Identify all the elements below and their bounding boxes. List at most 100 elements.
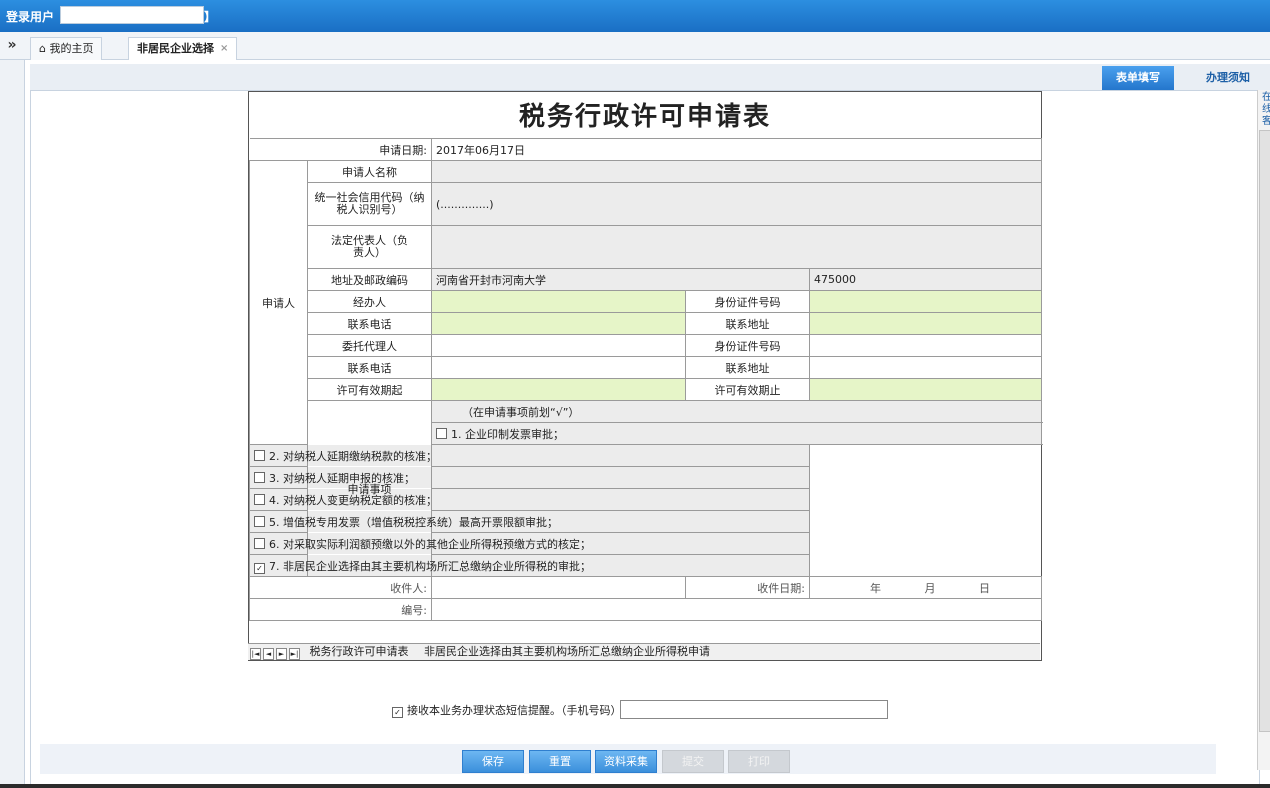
sms-reminder[interactable]: ✓ 接收本业务办理状态短信提醒。（手机号码） (392, 702, 622, 718)
next-sheet-icon[interactable]: ► (276, 648, 287, 660)
valid-from-label: 许可有效期起 (307, 378, 432, 401)
data-collect-button[interactable]: 资料采集 (595, 750, 657, 773)
checkbox[interactable] (254, 449, 265, 461)
applicant-section-label: 申请人 (249, 160, 308, 445)
credit-code-label: 统一社会信用代码（纳税人识别号） (307, 182, 432, 226)
prev-sheet-icon[interactable]: ◄ (263, 648, 274, 660)
application-form-sheet: 税务行政许可申请表 申请日期: 2017年06月17日 申请人 申请人名称 统一… (248, 91, 1043, 661)
checkbox-checked[interactable]: ✓ (254, 562, 265, 574)
valid-to-input[interactable] (808, 378, 1043, 401)
postcode-value[interactable]: 475000 (808, 268, 1043, 291)
sheet-tab-nonresident[interactable]: 非居民企业选择由其主要机构场所汇总缴纳企业所得税申请 (418, 644, 716, 660)
month-label: 月 (924, 581, 936, 595)
agent-id-input[interactable] (808, 334, 1043, 357)
valid-from-input[interactable] (431, 378, 686, 401)
agent-id-label: 身份证件号码 (685, 334, 810, 357)
agent-phone-label: 联系电话 (307, 356, 432, 379)
handler-address-input[interactable] (808, 312, 1043, 335)
handler-label: 经办人 (307, 290, 432, 313)
matter-item[interactable]: 1. 企业印制发票审批； (430, 422, 1043, 445)
matter-item-label: 2. 对纳税人延期缴纳税款的核准； (269, 449, 437, 463)
print-button[interactable]: 打印 (728, 750, 790, 773)
handler-id-input[interactable] (808, 290, 1043, 313)
handler-id-label: 身份证件号码 (685, 290, 810, 313)
checkbox[interactable] (254, 537, 265, 549)
tab-home[interactable]: ⌂ 我的主页 (30, 37, 103, 60)
subtab-form-fill[interactable]: 表单填写 (1102, 66, 1174, 90)
name-value[interactable] (430, 160, 1043, 183)
submit-button[interactable]: 提交 (662, 750, 724, 773)
credit-code-value[interactable]: (..............) (430, 182, 1043, 226)
close-icon[interactable]: × (220, 43, 228, 54)
home-icon: ⌂ (39, 42, 46, 55)
tab-nonresident[interactable]: 非居民企业选择 × (128, 37, 238, 60)
reset-button[interactable]: 重置 (529, 750, 591, 773)
agent-phone-input[interactable] (431, 356, 686, 379)
matters-hint: （在申请事项前划“√”） (430, 400, 1043, 423)
subtab-instructions[interactable]: 办理须知 (1192, 66, 1264, 90)
handler-input[interactable] (431, 290, 686, 313)
matter-item-label: 3. 对纳税人延期申报的核准； (269, 471, 415, 485)
valid-to-label: 许可有效期止 (685, 378, 810, 401)
matter-item-label: 6. 对采取实际利润额预缴以外的其他企业所得税预缴方式的核定； (269, 537, 591, 551)
tab-nonresident-label: 非居民企业选择 (137, 42, 214, 55)
checkbox[interactable] (254, 515, 265, 527)
receive-date-label: 收件日期: (685, 576, 810, 599)
top-header: 登录用户【 】 (0, 0, 1270, 32)
login-user-value (60, 6, 204, 24)
matter-item-label: 5. 增值税专用发票（增值税税控系统）最高开票限额审批； (269, 515, 558, 529)
matter-item-label: 4. 对纳税人变更纳税定额的核准； (269, 493, 437, 507)
matter-item[interactable]: 4. 对纳税人变更纳税定额的核准； (249, 488, 810, 511)
last-sheet-icon[interactable]: ►| (289, 648, 300, 660)
bottom-edge (0, 784, 1270, 788)
checkbox[interactable] (436, 427, 447, 439)
tab-home-label: 我的主页 (49, 42, 94, 55)
matter-item[interactable]: 6. 对采取实际利润额预缴以外的其他企业所得税预缴方式的核定； (249, 532, 810, 555)
matter-item[interactable]: ✓ 7. 非居民企业选择由其主要机构场所汇总缴纳企业所得税的审批； (249, 554, 810, 577)
sms-label: 接收本业务办理状态短信提醒。（手机号码） (407, 704, 622, 717)
agent-address-label: 联系地址 (685, 356, 810, 379)
sms-checkbox[interactable]: ✓ (392, 707, 403, 718)
checkbox[interactable] (254, 493, 265, 505)
form-table: 申请日期: 2017年06月17日 申请人 申请人名称 统一社会信用代码（纳税人… (249, 138, 1043, 621)
form-title: 税务行政许可申请表 (518, 102, 771, 132)
address-value[interactable]: 河南省开封市河南大学 (431, 268, 810, 291)
year-label: 年 (870, 581, 881, 595)
login-user-label: 登录用户【 (6, 10, 67, 24)
address-label: 地址及邮政编码 (307, 268, 432, 291)
matter-item[interactable]: 2. 对纳税人延期缴纳税款的核准； (249, 444, 810, 467)
handler-phone-input[interactable] (431, 312, 686, 335)
number-label: 编号: (249, 598, 432, 621)
receiver-value[interactable] (431, 576, 686, 599)
handler-address-label: 联系地址 (685, 312, 810, 335)
collapse-sidebar-icon[interactable]: » (0, 32, 24, 59)
date-label: 申请日期: (249, 138, 432, 161)
name-label: 申请人名称 (307, 160, 432, 183)
legal-rep-value[interactable] (430, 225, 1043, 269)
scrollbar-thumb[interactable] (1259, 130, 1270, 732)
agent-label: 委托代理人 (307, 334, 432, 357)
receiver-label: 收件人: (249, 576, 432, 599)
number-value[interactable] (430, 598, 1043, 621)
subtab-strip (30, 64, 1270, 92)
save-button[interactable]: 保存 (462, 750, 524, 773)
phone-input[interactable] (620, 700, 888, 719)
matter-item-label: 1. 企业印制发票审批； (451, 427, 564, 441)
sheet-tab-bar: |◄ ◄ ► ►| 税务行政许可申请表 非居民企业选择由其主要机构场所汇总缴纳企业所得… (248, 643, 1040, 660)
date-value: 2017年06月17日 (430, 138, 1043, 161)
matter-item-label: 7. 非居民企业选择由其主要机构场所汇总缴纳企业所得税的审批； (269, 559, 591, 573)
matter-item[interactable]: 5. 增值税专用发票（增值税税控系统）最高开票限额审批； (249, 510, 810, 533)
agent-address-input[interactable] (808, 356, 1043, 379)
online-service-tab[interactable]: 在线客 (1262, 92, 1270, 142)
first-sheet-icon[interactable]: |◄ (250, 648, 261, 660)
legal-rep-label: 法定代表人（负责人） (307, 225, 432, 269)
sheet-tab-application[interactable]: 税务行政许可申请表 (304, 644, 415, 660)
agent-input[interactable] (431, 334, 686, 357)
day-label: 日 (979, 581, 990, 595)
vertical-scrollbar[interactable] (1257, 90, 1270, 770)
left-gutter (0, 60, 25, 788)
checkbox[interactable] (254, 471, 265, 483)
login-user-close: 】 (204, 10, 217, 24)
handler-phone-label: 联系电话 (307, 312, 432, 335)
matter-item[interactable]: 3. 对纳税人延期申报的核准； (249, 466, 810, 489)
